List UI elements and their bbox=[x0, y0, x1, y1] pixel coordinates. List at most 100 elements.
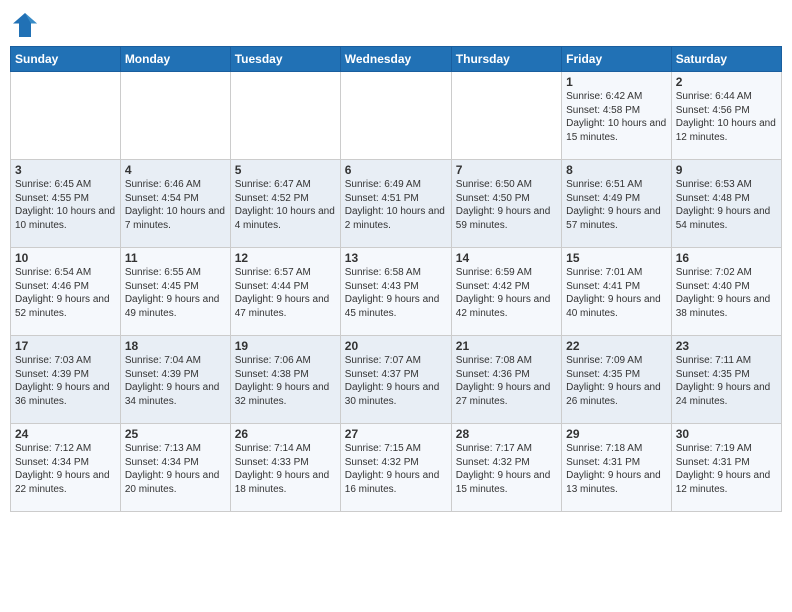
calendar-cell: 20Sunrise: 7:07 AM Sunset: 4:37 PM Dayli… bbox=[340, 336, 451, 424]
day-info: Sunrise: 6:59 AM Sunset: 4:42 PM Dayligh… bbox=[456, 266, 557, 320]
day-number: 12 bbox=[235, 251, 336, 265]
day-info: Sunrise: 7:02 AM Sunset: 4:40 PM Dayligh… bbox=[676, 266, 777, 320]
page-header bbox=[10, 10, 782, 40]
weekday-header: Monday bbox=[120, 47, 230, 72]
calendar-cell: 17Sunrise: 7:03 AM Sunset: 4:39 PM Dayli… bbox=[11, 336, 121, 424]
calendar-cell: 23Sunrise: 7:11 AM Sunset: 4:35 PM Dayli… bbox=[671, 336, 781, 424]
logo-icon bbox=[10, 10, 40, 40]
day-info: Sunrise: 7:11 AM Sunset: 4:35 PM Dayligh… bbox=[676, 354, 777, 408]
day-number: 15 bbox=[566, 251, 667, 265]
day-info: Sunrise: 7:17 AM Sunset: 4:32 PM Dayligh… bbox=[456, 442, 557, 496]
calendar-cell: 27Sunrise: 7:15 AM Sunset: 4:32 PM Dayli… bbox=[340, 424, 451, 512]
day-info: Sunrise: 6:42 AM Sunset: 4:58 PM Dayligh… bbox=[566, 90, 667, 144]
day-number: 29 bbox=[566, 427, 667, 441]
calendar-cell: 19Sunrise: 7:06 AM Sunset: 4:38 PM Dayli… bbox=[230, 336, 340, 424]
day-info: Sunrise: 6:49 AM Sunset: 4:51 PM Dayligh… bbox=[345, 178, 447, 232]
day-info: Sunrise: 7:19 AM Sunset: 4:31 PM Dayligh… bbox=[676, 442, 777, 496]
day-number: 8 bbox=[566, 163, 667, 177]
calendar-cell: 12Sunrise: 6:57 AM Sunset: 4:44 PM Dayli… bbox=[230, 248, 340, 336]
day-number: 6 bbox=[345, 163, 447, 177]
day-number: 20 bbox=[345, 339, 447, 353]
day-info: Sunrise: 6:45 AM Sunset: 4:55 PM Dayligh… bbox=[15, 178, 116, 232]
day-info: Sunrise: 7:03 AM Sunset: 4:39 PM Dayligh… bbox=[15, 354, 116, 408]
day-info: Sunrise: 6:44 AM Sunset: 4:56 PM Dayligh… bbox=[676, 90, 777, 144]
calendar-cell: 3Sunrise: 6:45 AM Sunset: 4:55 PM Daylig… bbox=[11, 160, 121, 248]
calendar-cell bbox=[340, 72, 451, 160]
day-number: 30 bbox=[676, 427, 777, 441]
day-number: 22 bbox=[566, 339, 667, 353]
day-info: Sunrise: 6:57 AM Sunset: 4:44 PM Dayligh… bbox=[235, 266, 336, 320]
calendar-cell bbox=[11, 72, 121, 160]
day-number: 9 bbox=[676, 163, 777, 177]
day-number: 23 bbox=[676, 339, 777, 353]
day-number: 16 bbox=[676, 251, 777, 265]
calendar-cell: 13Sunrise: 6:58 AM Sunset: 4:43 PM Dayli… bbox=[340, 248, 451, 336]
day-number: 19 bbox=[235, 339, 336, 353]
weekday-header: Tuesday bbox=[230, 47, 340, 72]
day-number: 27 bbox=[345, 427, 447, 441]
weekday-header: Sunday bbox=[11, 47, 121, 72]
calendar-cell: 4Sunrise: 6:46 AM Sunset: 4:54 PM Daylig… bbox=[120, 160, 230, 248]
day-info: Sunrise: 7:01 AM Sunset: 4:41 PM Dayligh… bbox=[566, 266, 667, 320]
calendar-cell: 25Sunrise: 7:13 AM Sunset: 4:34 PM Dayli… bbox=[120, 424, 230, 512]
calendar-cell bbox=[451, 72, 561, 160]
day-number: 10 bbox=[15, 251, 116, 265]
day-number: 18 bbox=[125, 339, 226, 353]
calendar-cell: 7Sunrise: 6:50 AM Sunset: 4:50 PM Daylig… bbox=[451, 160, 561, 248]
day-number: 26 bbox=[235, 427, 336, 441]
calendar-cell: 10Sunrise: 6:54 AM Sunset: 4:46 PM Dayli… bbox=[11, 248, 121, 336]
calendar-cell: 24Sunrise: 7:12 AM Sunset: 4:34 PM Dayli… bbox=[11, 424, 121, 512]
day-number: 11 bbox=[125, 251, 226, 265]
day-info: Sunrise: 7:12 AM Sunset: 4:34 PM Dayligh… bbox=[15, 442, 116, 496]
calendar-table: SundayMondayTuesdayWednesdayThursdayFrid… bbox=[10, 46, 782, 512]
day-info: Sunrise: 6:46 AM Sunset: 4:54 PM Dayligh… bbox=[125, 178, 226, 232]
calendar-cell bbox=[120, 72, 230, 160]
calendar-cell: 22Sunrise: 7:09 AM Sunset: 4:35 PM Dayli… bbox=[562, 336, 672, 424]
day-info: Sunrise: 6:58 AM Sunset: 4:43 PM Dayligh… bbox=[345, 266, 447, 320]
day-info: Sunrise: 7:06 AM Sunset: 4:38 PM Dayligh… bbox=[235, 354, 336, 408]
calendar-cell: 11Sunrise: 6:55 AM Sunset: 4:45 PM Dayli… bbox=[120, 248, 230, 336]
calendar-cell: 26Sunrise: 7:14 AM Sunset: 4:33 PM Dayli… bbox=[230, 424, 340, 512]
day-number: 28 bbox=[456, 427, 557, 441]
calendar-cell bbox=[230, 72, 340, 160]
calendar-cell: 30Sunrise: 7:19 AM Sunset: 4:31 PM Dayli… bbox=[671, 424, 781, 512]
day-info: Sunrise: 6:53 AM Sunset: 4:48 PM Dayligh… bbox=[676, 178, 777, 232]
weekday-header: Saturday bbox=[671, 47, 781, 72]
calendar-cell: 18Sunrise: 7:04 AM Sunset: 4:39 PM Dayli… bbox=[120, 336, 230, 424]
calendar-cell: 5Sunrise: 6:47 AM Sunset: 4:52 PM Daylig… bbox=[230, 160, 340, 248]
day-number: 17 bbox=[15, 339, 116, 353]
day-number: 14 bbox=[456, 251, 557, 265]
day-number: 4 bbox=[125, 163, 226, 177]
logo bbox=[10, 10, 44, 40]
day-info: Sunrise: 6:54 AM Sunset: 4:46 PM Dayligh… bbox=[15, 266, 116, 320]
calendar-cell: 16Sunrise: 7:02 AM Sunset: 4:40 PM Dayli… bbox=[671, 248, 781, 336]
calendar-cell: 1Sunrise: 6:42 AM Sunset: 4:58 PM Daylig… bbox=[562, 72, 672, 160]
day-number: 13 bbox=[345, 251, 447, 265]
day-number: 5 bbox=[235, 163, 336, 177]
day-number: 24 bbox=[15, 427, 116, 441]
calendar-cell: 28Sunrise: 7:17 AM Sunset: 4:32 PM Dayli… bbox=[451, 424, 561, 512]
calendar-cell: 21Sunrise: 7:08 AM Sunset: 4:36 PM Dayli… bbox=[451, 336, 561, 424]
day-number: 21 bbox=[456, 339, 557, 353]
day-info: Sunrise: 6:50 AM Sunset: 4:50 PM Dayligh… bbox=[456, 178, 557, 232]
day-number: 3 bbox=[15, 163, 116, 177]
day-number: 1 bbox=[566, 75, 667, 89]
calendar-cell: 8Sunrise: 6:51 AM Sunset: 4:49 PM Daylig… bbox=[562, 160, 672, 248]
calendar-cell: 14Sunrise: 6:59 AM Sunset: 4:42 PM Dayli… bbox=[451, 248, 561, 336]
day-info: Sunrise: 6:51 AM Sunset: 4:49 PM Dayligh… bbox=[566, 178, 667, 232]
day-info: Sunrise: 7:15 AM Sunset: 4:32 PM Dayligh… bbox=[345, 442, 447, 496]
day-info: Sunrise: 6:55 AM Sunset: 4:45 PM Dayligh… bbox=[125, 266, 226, 320]
day-info: Sunrise: 6:47 AM Sunset: 4:52 PM Dayligh… bbox=[235, 178, 336, 232]
calendar-cell: 2Sunrise: 6:44 AM Sunset: 4:56 PM Daylig… bbox=[671, 72, 781, 160]
day-info: Sunrise: 7:14 AM Sunset: 4:33 PM Dayligh… bbox=[235, 442, 336, 496]
day-info: Sunrise: 7:04 AM Sunset: 4:39 PM Dayligh… bbox=[125, 354, 226, 408]
weekday-header: Wednesday bbox=[340, 47, 451, 72]
day-info: Sunrise: 7:08 AM Sunset: 4:36 PM Dayligh… bbox=[456, 354, 557, 408]
day-info: Sunrise: 7:09 AM Sunset: 4:35 PM Dayligh… bbox=[566, 354, 667, 408]
calendar-cell: 29Sunrise: 7:18 AM Sunset: 4:31 PM Dayli… bbox=[562, 424, 672, 512]
weekday-header: Friday bbox=[562, 47, 672, 72]
calendar-cell: 9Sunrise: 6:53 AM Sunset: 4:48 PM Daylig… bbox=[671, 160, 781, 248]
day-number: 2 bbox=[676, 75, 777, 89]
calendar-cell: 6Sunrise: 6:49 AM Sunset: 4:51 PM Daylig… bbox=[340, 160, 451, 248]
weekday-header: Thursday bbox=[451, 47, 561, 72]
